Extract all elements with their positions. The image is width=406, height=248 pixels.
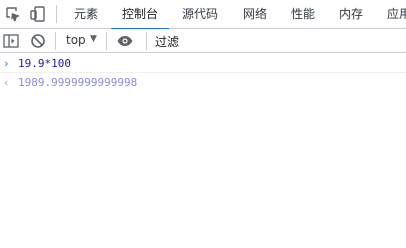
console-input-code: 19.9*100 (18, 57, 71, 70)
input-prompt-icon: › (3, 57, 10, 70)
console-toolbar: top ▼ 过滤 (0, 29, 406, 53)
tab-performance-label: 性能 (291, 7, 316, 21)
chevron-down-icon: ▼ (90, 34, 97, 44)
tab-console[interactable]: 控制台 (111, 0, 170, 30)
console-input-row: › 19.9*100 (0, 54, 406, 73)
clear-console-icon[interactable] (29, 32, 47, 50)
toolbar-divider (106, 32, 107, 50)
tab-elements-label: 元素 (74, 7, 99, 21)
context-selector-value: top (66, 33, 86, 47)
result-prompt-icon: ‹ (3, 76, 10, 89)
console-result-value: 1989.9999999999998 (18, 76, 138, 89)
device-toolbar-icon[interactable] (29, 5, 47, 23)
context-selector[interactable]: top ▼ (60, 29, 104, 53)
tab-memory-label: 内存 (339, 7, 364, 21)
console-output: › 19.9*100 ‹ 1989.9999999999998 (0, 54, 406, 92)
tab-performance[interactable]: 性能 (291, 0, 315, 29)
filter-input[interactable]: 过滤 (155, 33, 179, 50)
tab-sources[interactable]: 源代码 (182, 0, 218, 29)
show-sidebar-icon[interactable] (2, 32, 20, 50)
toolbar-divider (146, 32, 147, 50)
devtools-tabbar: 元素 控制台 源代码 网络 性能 内存 应用 (0, 0, 406, 30)
tab-elements[interactable]: 元素 (74, 0, 98, 29)
tabbar-divider (56, 5, 57, 23)
tab-console-label: 控制台 (122, 7, 159, 21)
tab-memory[interactable]: 内存 (339, 0, 363, 29)
inspect-element-icon[interactable] (4, 5, 22, 23)
toolbar-divider (55, 32, 56, 50)
eye-icon[interactable] (116, 32, 134, 50)
console-result-row: ‹ 1989.9999999999998 (0, 73, 406, 92)
tab-network-label: 网络 (243, 7, 268, 21)
tab-application-label: 应用 (387, 7, 406, 21)
tab-application[interactable]: 应用 (387, 0, 406, 29)
tab-sources-label: 源代码 (182, 7, 219, 21)
tab-network[interactable]: 网络 (243, 0, 267, 29)
